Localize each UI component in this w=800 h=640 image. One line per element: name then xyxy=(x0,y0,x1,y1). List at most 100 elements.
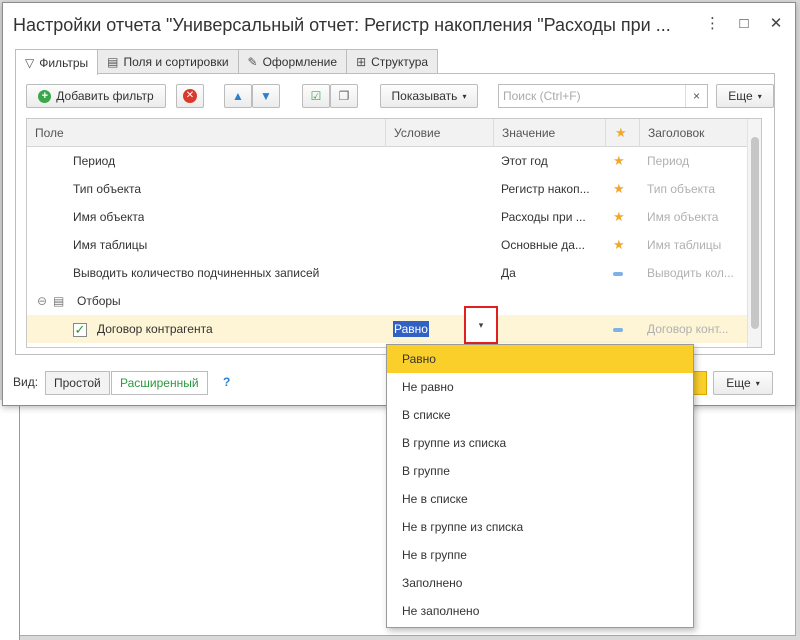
move-up-button[interactable]: ▲ xyxy=(224,84,252,108)
row-value[interactable]: Этот год xyxy=(501,147,601,175)
uncheck-all-button[interactable]: ❐ xyxy=(330,84,358,108)
dropdown-option[interactable]: Не в группе xyxy=(387,541,693,569)
more-button[interactable]: Еще ▾ xyxy=(716,84,774,108)
search-input[interactable] xyxy=(499,85,679,107)
add-filter-button[interactable]: + Добавить фильтр xyxy=(26,84,166,108)
arrow-down-icon: ▼ xyxy=(260,89,272,103)
show-button[interactable]: Показывать ▾ xyxy=(380,84,478,108)
row-value[interactable]: Да xyxy=(501,259,601,287)
filter-icon: ▽ xyxy=(25,55,35,70)
group-label: Отборы xyxy=(77,294,121,308)
star-icon[interactable]: ★ xyxy=(613,147,625,175)
dialog-title: Настройки отчета "Универсальный отчет: Р… xyxy=(13,15,671,35)
column-condition[interactable]: Условие xyxy=(385,119,493,147)
row-title[interactable]: Тип объекта xyxy=(647,175,747,203)
chevron-down-icon: ▾ xyxy=(462,91,467,101)
row-value[interactable]: Основные да... xyxy=(501,231,601,259)
help-icon[interactable]: ? xyxy=(223,375,230,389)
structure-icon: ⊞ xyxy=(356,55,367,69)
column-star-icon[interactable]: ★ xyxy=(605,119,639,147)
search-field[interactable]: × xyxy=(498,84,708,108)
selected-filter-row[interactable]: ✓ Договор контрагента Равно Договор конт… xyxy=(27,315,749,343)
row-field: Имя таблицы xyxy=(73,238,148,252)
show-label: Показывать xyxy=(391,89,458,103)
filters-table: Поле Условие Значение ★ Заголовок Период… xyxy=(26,118,762,348)
condition-dropdown-list: Равно Не равно В списке В группе из спис… xyxy=(386,344,694,628)
row-title[interactable]: Период xyxy=(647,147,747,175)
column-title[interactable]: Заголовок xyxy=(639,119,749,147)
view-label: Вид: xyxy=(13,375,39,389)
dropdown-option[interactable]: Не заполнено xyxy=(387,597,693,625)
move-down-button[interactable]: ▼ xyxy=(252,84,280,108)
clear-icon[interactable]: × xyxy=(685,85,707,107)
dropdown-option[interactable]: В группе xyxy=(387,457,693,485)
filters-panel: + Добавить фильтр ✕ ▲ ▼ ☑ ❐ Показывать ▾ xyxy=(15,73,775,355)
tab-label: Структура xyxy=(371,55,429,69)
row-title[interactable]: Выводить кол... xyxy=(647,259,747,287)
star-icon[interactable]: ★ xyxy=(613,231,625,259)
filter-checkbox[interactable]: ✓ xyxy=(73,315,87,343)
add-filter-label: Добавить фильтр xyxy=(56,89,154,103)
restore-icon[interactable]: □ xyxy=(737,16,751,32)
condition-cell[interactable]: Равно xyxy=(393,315,429,343)
minus-icon[interactable] xyxy=(613,259,623,287)
row-title[interactable]: Договор конт... xyxy=(647,315,747,343)
table-row[interactable]: Имя таблицы Основные да... ★ Имя таблицы xyxy=(27,231,749,259)
row-field: Имя объекта xyxy=(73,210,145,224)
dropdown-option[interactable]: В группе из списка xyxy=(387,429,693,457)
column-value[interactable]: Значение xyxy=(493,119,605,147)
dropdown-option[interactable]: Не в списке xyxy=(387,485,693,513)
view-extended-button[interactable]: Расширенный xyxy=(111,371,208,395)
tab-filters[interactable]: ▽ Фильтры xyxy=(15,49,99,75)
view-simple-button[interactable]: Простой xyxy=(45,371,110,395)
table-row[interactable]: Период Этот год ★ Период xyxy=(27,147,749,175)
row-field: Выводить количество подчиненных записей xyxy=(73,266,320,280)
star-icon[interactable]: ★ xyxy=(613,175,625,203)
star-icon[interactable]: ★ xyxy=(613,203,625,231)
titlebar: Настройки отчета "Универсальный отчет: Р… xyxy=(3,3,795,47)
scroll-thumb[interactable] xyxy=(751,137,759,329)
group-icon: ▤ xyxy=(53,294,65,308)
row-field: Договор контрагента xyxy=(97,322,213,336)
row-value[interactable]: Расходы при ... xyxy=(501,203,601,231)
table-row[interactable]: Выводить количество подчиненных записей … xyxy=(27,259,749,287)
row-value[interactable]: Регистр накоп... xyxy=(501,175,601,203)
check-all-button[interactable]: ☑ xyxy=(302,84,330,108)
condition-value[interactable]: Равно xyxy=(393,321,429,337)
more-label: Еще xyxy=(726,376,751,390)
menu-icon[interactable]: ⋮ xyxy=(705,16,720,32)
chevron-down-icon: ▾ xyxy=(757,91,762,101)
row-title[interactable]: Имя объекта xyxy=(647,203,747,231)
vertical-scrollbar[interactable] xyxy=(747,119,761,347)
row-field: Тип объекта xyxy=(73,182,142,196)
table-row[interactable]: Тип объекта Регистр накоп... ★ Тип объек… xyxy=(27,175,749,203)
dropdown-option[interactable]: В списке xyxy=(387,401,693,429)
table-row[interactable]: Имя объекта Расходы при ... ★ Имя объект… xyxy=(27,203,749,231)
group-row[interactable]: ⊖ ▤ Отборы xyxy=(27,287,749,315)
footer-more-button[interactable]: Еще ▾ xyxy=(713,371,773,395)
tab-bar: ▽ Фильтры ▤ Поля и сортировки ✎ Оформлен… xyxy=(15,49,439,75)
close-icon[interactable]: ✕ xyxy=(769,16,783,32)
column-field[interactable]: Поле xyxy=(27,119,385,147)
delete-icon: ✕ xyxy=(183,89,197,103)
condition-dropdown-button[interactable]: ▾ xyxy=(464,306,498,344)
more-label: Еще xyxy=(728,89,753,103)
ok-button-edge[interactable] xyxy=(693,371,707,395)
row-field: Период xyxy=(73,154,116,168)
copy-icon: ❐ xyxy=(338,89,350,103)
row-title[interactable]: Имя таблицы xyxy=(647,231,747,259)
dropdown-option[interactable]: Равно xyxy=(387,345,693,373)
dropdown-option[interactable]: Не в группе из списка xyxy=(387,513,693,541)
tab-appearance[interactable]: ✎ Оформление xyxy=(237,49,348,74)
tab-label: Поля и сортировки xyxy=(123,55,229,69)
tab-fields-sorting[interactable]: ▤ Поля и сортировки xyxy=(97,49,239,74)
dropdown-option[interactable]: Не равно xyxy=(387,373,693,401)
checkmark-icon: ✓ xyxy=(73,321,87,337)
add-icon: + xyxy=(38,89,52,103)
minus-icon[interactable] xyxy=(613,315,623,343)
dropdown-option[interactable]: Заполнено xyxy=(387,569,693,597)
delete-button[interactable]: ✕ xyxy=(176,84,204,108)
chevron-down-icon: ▾ xyxy=(478,319,484,330)
collapse-icon[interactable]: ⊖ xyxy=(37,287,47,315)
tab-structure[interactable]: ⊞ Структура xyxy=(346,49,439,74)
